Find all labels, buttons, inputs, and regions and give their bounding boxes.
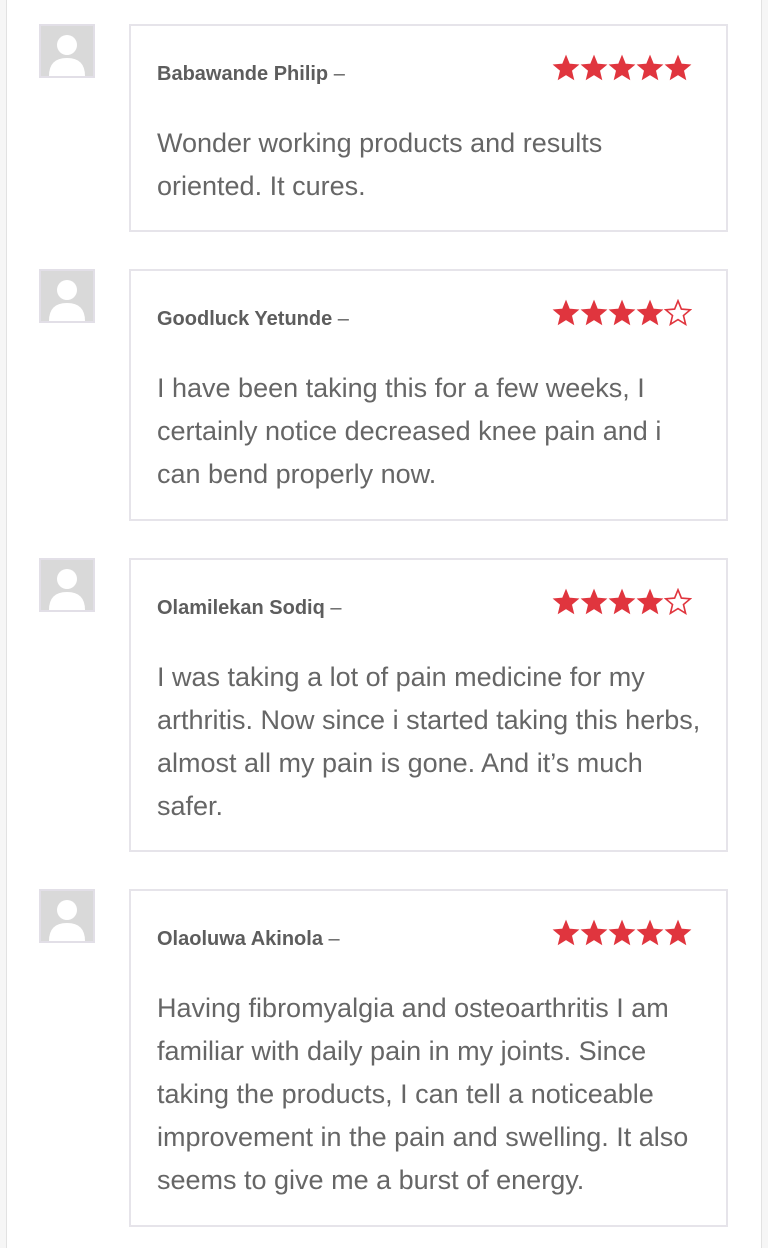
default-user-icon [41, 560, 93, 610]
star-filled-icon [580, 54, 608, 81]
avatar [39, 889, 95, 943]
star-filled-icon [608, 919, 636, 946]
review-author: Olamilekan Sodiq – [157, 597, 342, 620]
star-rating [552, 54, 692, 81]
review-author-name: Olaoluwa Akinola [157, 928, 323, 950]
star-filled-icon [636, 919, 664, 946]
review-card: Babawande Philip – Wonder working produc… [129, 24, 728, 232]
star-filled-icon [580, 919, 608, 946]
review-author: Babawande Philip – [157, 63, 345, 86]
star-filled-icon [636, 54, 664, 81]
review-text: I was taking a lot of pain medicine for … [157, 662, 701, 821]
review-author-name: Babawande Philip [157, 63, 329, 85]
review-author-name: Olamilekan Sodiq [157, 597, 325, 619]
star-rating [552, 919, 692, 946]
author-separator: – [330, 597, 342, 619]
page-right-border [761, 0, 768, 1248]
default-user-icon [41, 891, 93, 941]
star-filled-icon [664, 919, 692, 946]
star-filled-icon [552, 588, 580, 615]
star-filled-icon [608, 588, 636, 615]
star-filled-icon [580, 588, 608, 615]
star-filled-icon [552, 919, 580, 946]
author-separator: – [328, 928, 340, 950]
review-card: Goodluck Yetunde – I have been taking th… [129, 269, 728, 521]
review-author-name: Goodluck Yetunde [157, 308, 333, 330]
review-text: I have been taking this for a few weeks,… [157, 373, 662, 489]
review-card: Olaoluwa Akinola – Having fibromyalgia a… [129, 889, 728, 1227]
star-filled-icon [608, 299, 636, 326]
star-empty-icon [664, 588, 692, 615]
review-text: Wonder working products and results orie… [157, 128, 603, 201]
author-separator: – [333, 63, 345, 85]
avatar [39, 24, 95, 78]
star-filled-icon [552, 54, 580, 81]
star-filled-icon [608, 54, 636, 81]
review-author: Olaoluwa Akinola – [157, 928, 340, 951]
avatar [39, 558, 95, 612]
default-user-icon [41, 271, 93, 321]
star-filled-icon [664, 54, 692, 81]
review-author: Goodluck Yetunde – [157, 308, 349, 331]
avatar [39, 269, 95, 323]
star-filled-icon [580, 299, 608, 326]
author-separator: – [337, 308, 349, 330]
star-filled-icon [636, 588, 664, 615]
star-filled-icon [552, 299, 580, 326]
star-empty-icon [664, 299, 692, 326]
page-left-border [0, 0, 7, 1248]
default-user-icon [41, 26, 93, 76]
star-filled-icon [636, 299, 664, 326]
star-rating [552, 299, 692, 326]
review-card: Olamilekan Sodiq – I was taking a lot of… [129, 558, 728, 852]
review-text: Having fibromyalgia and osteoarthritis I… [157, 993, 689, 1195]
star-rating [552, 588, 692, 615]
